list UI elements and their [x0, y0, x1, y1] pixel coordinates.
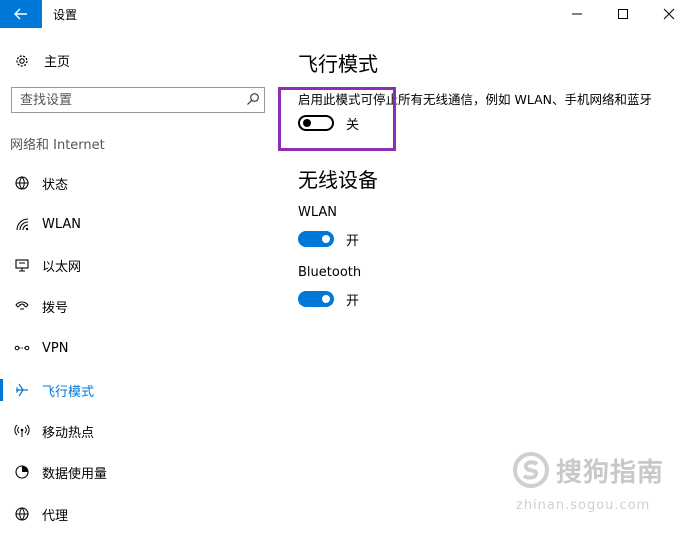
watermark-text: 搜狗指南	[556, 457, 665, 488]
title-bar: 设置	[0, 0, 692, 28]
sidebar-item-status[interactable]: 状态	[0, 168, 278, 198]
airplane-icon	[14, 382, 30, 398]
gear-icon	[16, 54, 28, 67]
globe-icon	[14, 175, 30, 191]
watermark-subtext: zhinan.sogou.com	[516, 498, 651, 513]
maximize-button[interactable]	[600, 0, 646, 28]
toggle-knob	[322, 295, 330, 303]
wlan-toggle[interactable]	[298, 231, 334, 247]
sidebar-item-wlan[interactable]: WLAN	[0, 209, 278, 239]
bluetooth-toggle[interactable]	[298, 291, 334, 307]
sidebar-item-label: 拨号	[42, 300, 69, 316]
sogou-logo-icon	[513, 452, 549, 488]
phone-icon	[14, 298, 30, 314]
bluetooth-state: 开	[346, 294, 360, 309]
sidebar-item-label: 数据使用量	[42, 466, 108, 482]
sidebar-item-label: 状态	[42, 177, 69, 193]
wlan-state: 开	[346, 234, 360, 249]
window-title: 设置	[53, 8, 78, 22]
maximize-icon	[618, 9, 628, 19]
search-icon[interactable]	[246, 92, 260, 106]
minimize-button[interactable]	[554, 0, 600, 28]
sidebar-item-label: 以太网	[42, 259, 82, 275]
vpn-icon	[14, 340, 30, 356]
wifi-icon	[14, 216, 30, 232]
sidebar-item-vpn[interactable]: VPN	[0, 333, 278, 363]
sidebar-item-label: WLAN	[42, 216, 82, 232]
sidebar-item-label: 飞行模式	[42, 384, 95, 400]
close-button[interactable]	[646, 0, 692, 28]
sidebar-item-label: VPN	[42, 340, 69, 356]
sidebar-item-label: 代理	[42, 508, 69, 524]
bluetooth-label: Bluetooth	[298, 265, 362, 280]
back-button[interactable]	[0, 0, 42, 28]
sidebar-item-airplane-mode[interactable]: 飞行模式	[0, 375, 278, 405]
wireless-devices-title: 无线设备	[298, 168, 378, 192]
sidebar-item-label: 移动热点	[42, 425, 95, 441]
back-arrow-icon	[14, 8, 27, 20]
data-usage-icon	[14, 464, 30, 480]
section-header: 网络和 Internet	[10, 138, 105, 153]
page-title: 飞行模式	[298, 52, 378, 76]
minimize-icon	[572, 13, 582, 15]
annotation-highlight-box	[278, 87, 396, 151]
home-label: 主页	[44, 55, 71, 70]
search-box[interactable]	[11, 87, 265, 113]
watermark: 搜狗指南	[512, 451, 664, 489]
sidebar-item-dialup[interactable]: 拨号	[0, 291, 278, 321]
hotspot-icon	[14, 423, 30, 439]
wlan-label: WLAN	[298, 205, 338, 220]
sidebar-item-ethernet[interactable]: 以太网	[0, 250, 278, 280]
sidebar-item-data-usage[interactable]: 数据使用量	[0, 457, 278, 487]
toggle-knob	[322, 235, 330, 243]
globe-icon	[14, 506, 30, 522]
sidebar: 主页 网络和 Internet 状态 WLAN 以太网 拨号	[0, 28, 278, 544]
close-icon	[663, 8, 675, 20]
ethernet-icon	[14, 257, 30, 273]
search-input[interactable]	[20, 91, 240, 109]
sidebar-item-proxy[interactable]: 代理	[0, 499, 278, 529]
sidebar-item-hotspot[interactable]: 移动热点	[0, 416, 278, 446]
home-link[interactable]: 主页	[14, 51, 70, 70]
